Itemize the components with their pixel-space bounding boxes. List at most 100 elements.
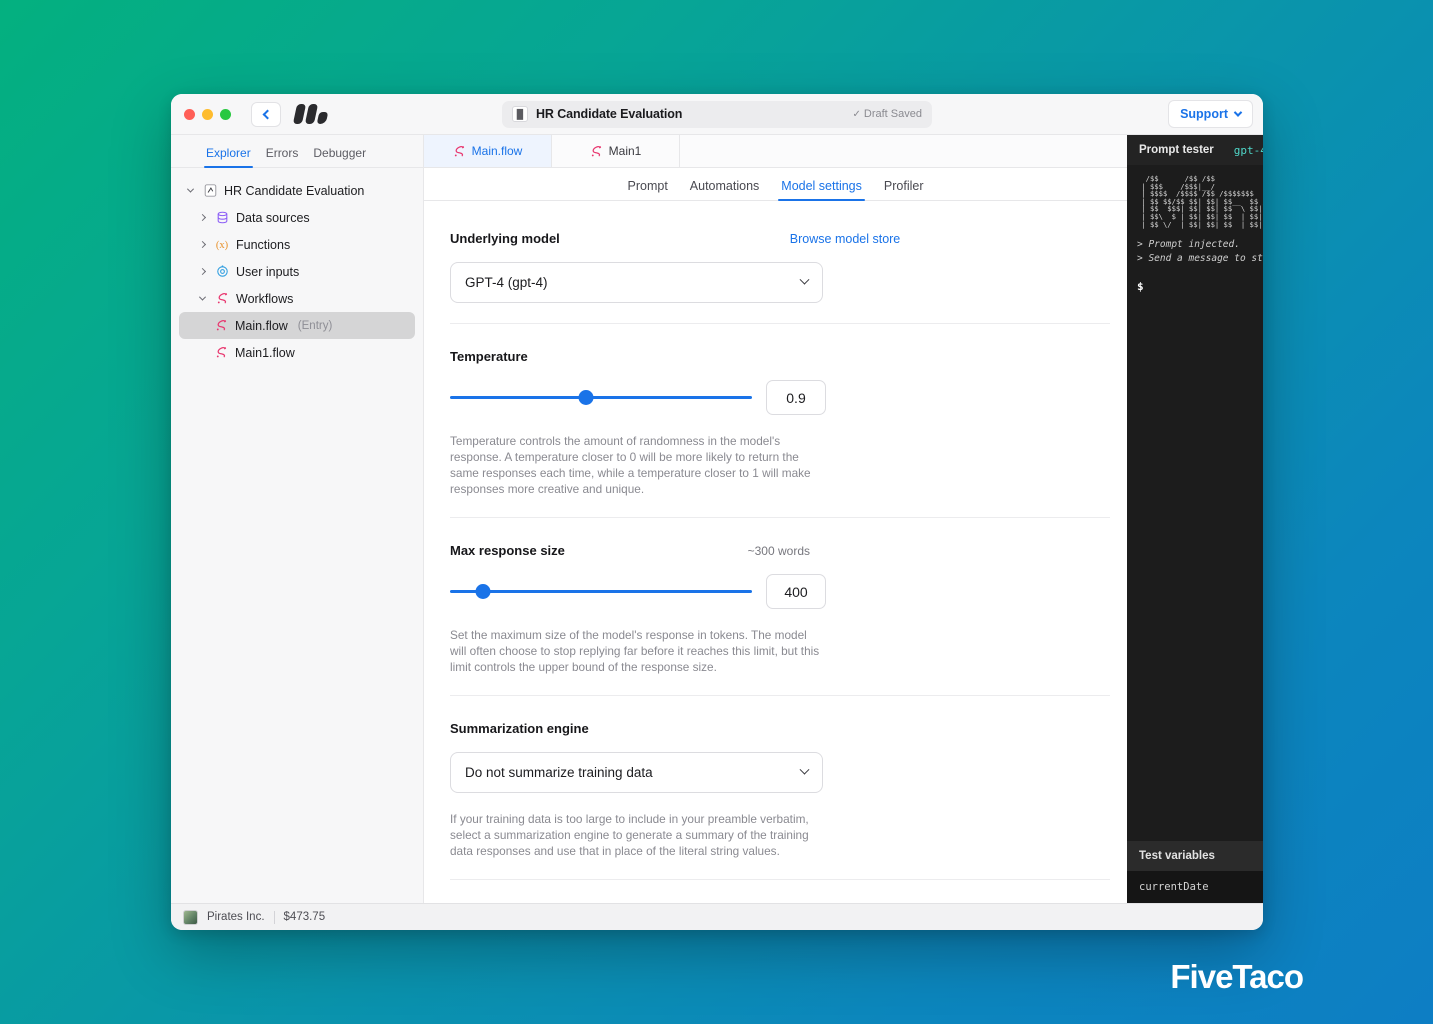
user-input-icon [214, 264, 230, 280]
section-header: Underlying model Browse model store [450, 231, 1110, 246]
section-title: Underlying model [450, 231, 560, 246]
tree-item-main1-flow[interactable]: Main1.flow [179, 339, 415, 366]
max-response-words-note: ~300 words [747, 544, 810, 558]
support-button[interactable]: Support [1168, 100, 1253, 128]
draft-status-label: Draft Saved [863, 108, 922, 120]
organization-name[interactable]: Pirates Inc. [207, 911, 265, 923]
flow-icon [214, 291, 230, 307]
section-max-response-size: Max response size ~300 words 400 Set the… [450, 518, 1110, 696]
logo-bar-icon [304, 104, 318, 124]
tab-prompt[interactable]: Prompt [628, 179, 668, 200]
chevron-down-icon [799, 274, 810, 285]
summarization-engine-value: Do not summarize training data [465, 765, 653, 780]
prompt-tester-model-label[interactable]: gpt-4 [1234, 144, 1263, 157]
twisty-open-icon[interactable] [185, 185, 196, 193]
tree-item-label: Main.flow [235, 318, 288, 333]
tree-item-label: User inputs [236, 264, 300, 279]
tab-model-settings[interactable]: Model settings [778, 179, 865, 201]
divider [273, 910, 275, 924]
settings-scroll-area[interactable]: Underlying model Browse model store GPT-… [424, 201, 1127, 903]
tab-automations[interactable]: Automations [690, 179, 759, 200]
temperature-slider[interactable] [450, 388, 752, 408]
file-tab-bar: Main.flow Main1 [424, 135, 1127, 168]
settings-form: Underlying model Browse model store GPT-… [450, 201, 1110, 903]
prompt-tester-header: Prompt tester gpt-4 [1127, 135, 1263, 165]
file-tab-main1[interactable]: Main1 [552, 135, 680, 167]
underlying-model-value: GPT-4 (gpt-4) [465, 275, 548, 290]
app-window: █ HR Candidate Evaluation ✓ Draft Saved … [171, 94, 1263, 930]
logo-bar-icon [316, 112, 329, 124]
main-body: Explorer Errors Debugger HR Candidate Ev… [171, 135, 1263, 903]
tree-item-label: Data sources [236, 210, 310, 225]
check-icon: ✓ [852, 108, 861, 120]
maximize-window-button[interactable] [220, 108, 231, 120]
tree-item-workflows[interactable]: Workflows [179, 285, 415, 312]
status-bar: Pirates Inc. $473.75 [171, 903, 1263, 930]
section-header: Summarization engine [450, 721, 1110, 736]
titlebar: █ HR Candidate Evaluation ✓ Draft Saved … [171, 94, 1263, 135]
section-underlying-model: Underlying model Browse model store GPT-… [450, 201, 1110, 324]
svg-text:(x): (x) [216, 240, 229, 251]
entry-badge: (Entry) [297, 319, 333, 332]
temperature-control-row: 0.9 [450, 380, 1110, 415]
temperature-value-input[interactable]: 0.9 [766, 380, 826, 415]
twisty-closed-icon[interactable] [197, 240, 208, 249]
prompt-tester-terminal[interactable]: /$$ /$$ /$$ /$$ /$$ | $$$ /$$$|__/ | $$ … [1127, 165, 1263, 841]
max-response-slider[interactable] [450, 582, 752, 602]
sidebar: Explorer Errors Debugger HR Candidate Ev… [171, 135, 424, 903]
fivetaco-watermark: FiveTaco [1170, 958, 1304, 995]
section-token-overflow-strategy: Token overflow strategy Automatically pr… [450, 880, 1110, 903]
tree-item-user-inputs[interactable]: User inputs [179, 258, 415, 285]
chevron-down-icon [799, 764, 810, 775]
minimize-window-button[interactable] [202, 108, 213, 120]
logo-bar-icon [292, 104, 307, 124]
settings-tab-bar: Prompt Automations Model settings Profil… [424, 168, 1127, 201]
document-title-pill[interactable]: █ HR Candidate Evaluation ✓ Draft Saved [502, 100, 932, 128]
tree-item-functions[interactable]: (x) Functions [179, 231, 415, 258]
sidebar-tabs: Explorer Errors Debugger [171, 135, 423, 168]
slider-track [450, 590, 752, 593]
section-summarization-engine: Summarization engine Do not summarize tr… [450, 696, 1110, 880]
twisty-closed-icon[interactable] [197, 213, 208, 222]
tab-explorer[interactable]: Explorer [204, 146, 253, 168]
temperature-helper-text: Temperature controls the amount of rando… [450, 434, 811, 496]
window-controls [184, 108, 231, 120]
test-variable-row[interactable]: currentDate [1127, 871, 1263, 903]
tree-item-main-flow[interactable]: Main.flow (Entry) [179, 312, 415, 339]
section-temperature: Temperature 0.9 Temperature controls the… [450, 324, 1110, 518]
terminal-line: > Send a message to sta [1137, 253, 1263, 265]
underlying-model-select[interactable]: GPT-4 (gpt-4) [450, 262, 823, 303]
tree-item-hr-candidate-evaluation[interactable]: HR Candidate Evaluation [179, 177, 415, 204]
prompt-tester-panel: Prompt tester gpt-4 /$$ /$$ /$$ /$$ /$$ … [1127, 135, 1263, 903]
tree-item-label: Functions [236, 237, 291, 252]
close-window-button[interactable] [184, 108, 195, 120]
file-tab-label: Main.flow [471, 144, 523, 158]
tree-item-label: Main1.flow [235, 345, 295, 360]
editor-pane: Main.flow Main1 Prompt Automations Model… [424, 135, 1127, 903]
database-icon [214, 210, 230, 226]
twisty-open-icon[interactable] [197, 293, 208, 301]
flow-icon [213, 318, 229, 334]
slider-track [450, 396, 752, 399]
chevron-left-icon [262, 109, 272, 119]
twisty-closed-icon[interactable] [197, 267, 208, 276]
slider-thumb[interactable] [475, 584, 491, 599]
flow-icon [453, 145, 466, 158]
file-tab-label: Main1 [608, 144, 642, 158]
account-credit[interactable]: $473.75 [284, 911, 326, 923]
section-header: Temperature [450, 349, 1110, 364]
browse-model-store-link[interactable]: Browse model store [790, 232, 900, 246]
tab-errors[interactable]: Errors [266, 146, 299, 167]
max-response-value-input[interactable]: 400 [766, 574, 826, 609]
section-title: Max response size [450, 543, 565, 558]
back-button[interactable] [251, 101, 281, 127]
file-tab-main-flow[interactable]: Main.flow [424, 135, 552, 167]
tree-item-data-sources[interactable]: Data sources [179, 204, 415, 231]
summarization-engine-select[interactable]: Do not summarize training data [450, 752, 823, 793]
tree-item-label: HR Candidate Evaluation [224, 183, 365, 198]
document-icon: █ [512, 106, 528, 122]
slider-thumb[interactable] [578, 390, 594, 405]
tab-debugger[interactable]: Debugger [313, 146, 366, 167]
prompt-tester-label: Prompt tester [1139, 144, 1214, 156]
tab-profiler[interactable]: Profiler [884, 179, 924, 200]
